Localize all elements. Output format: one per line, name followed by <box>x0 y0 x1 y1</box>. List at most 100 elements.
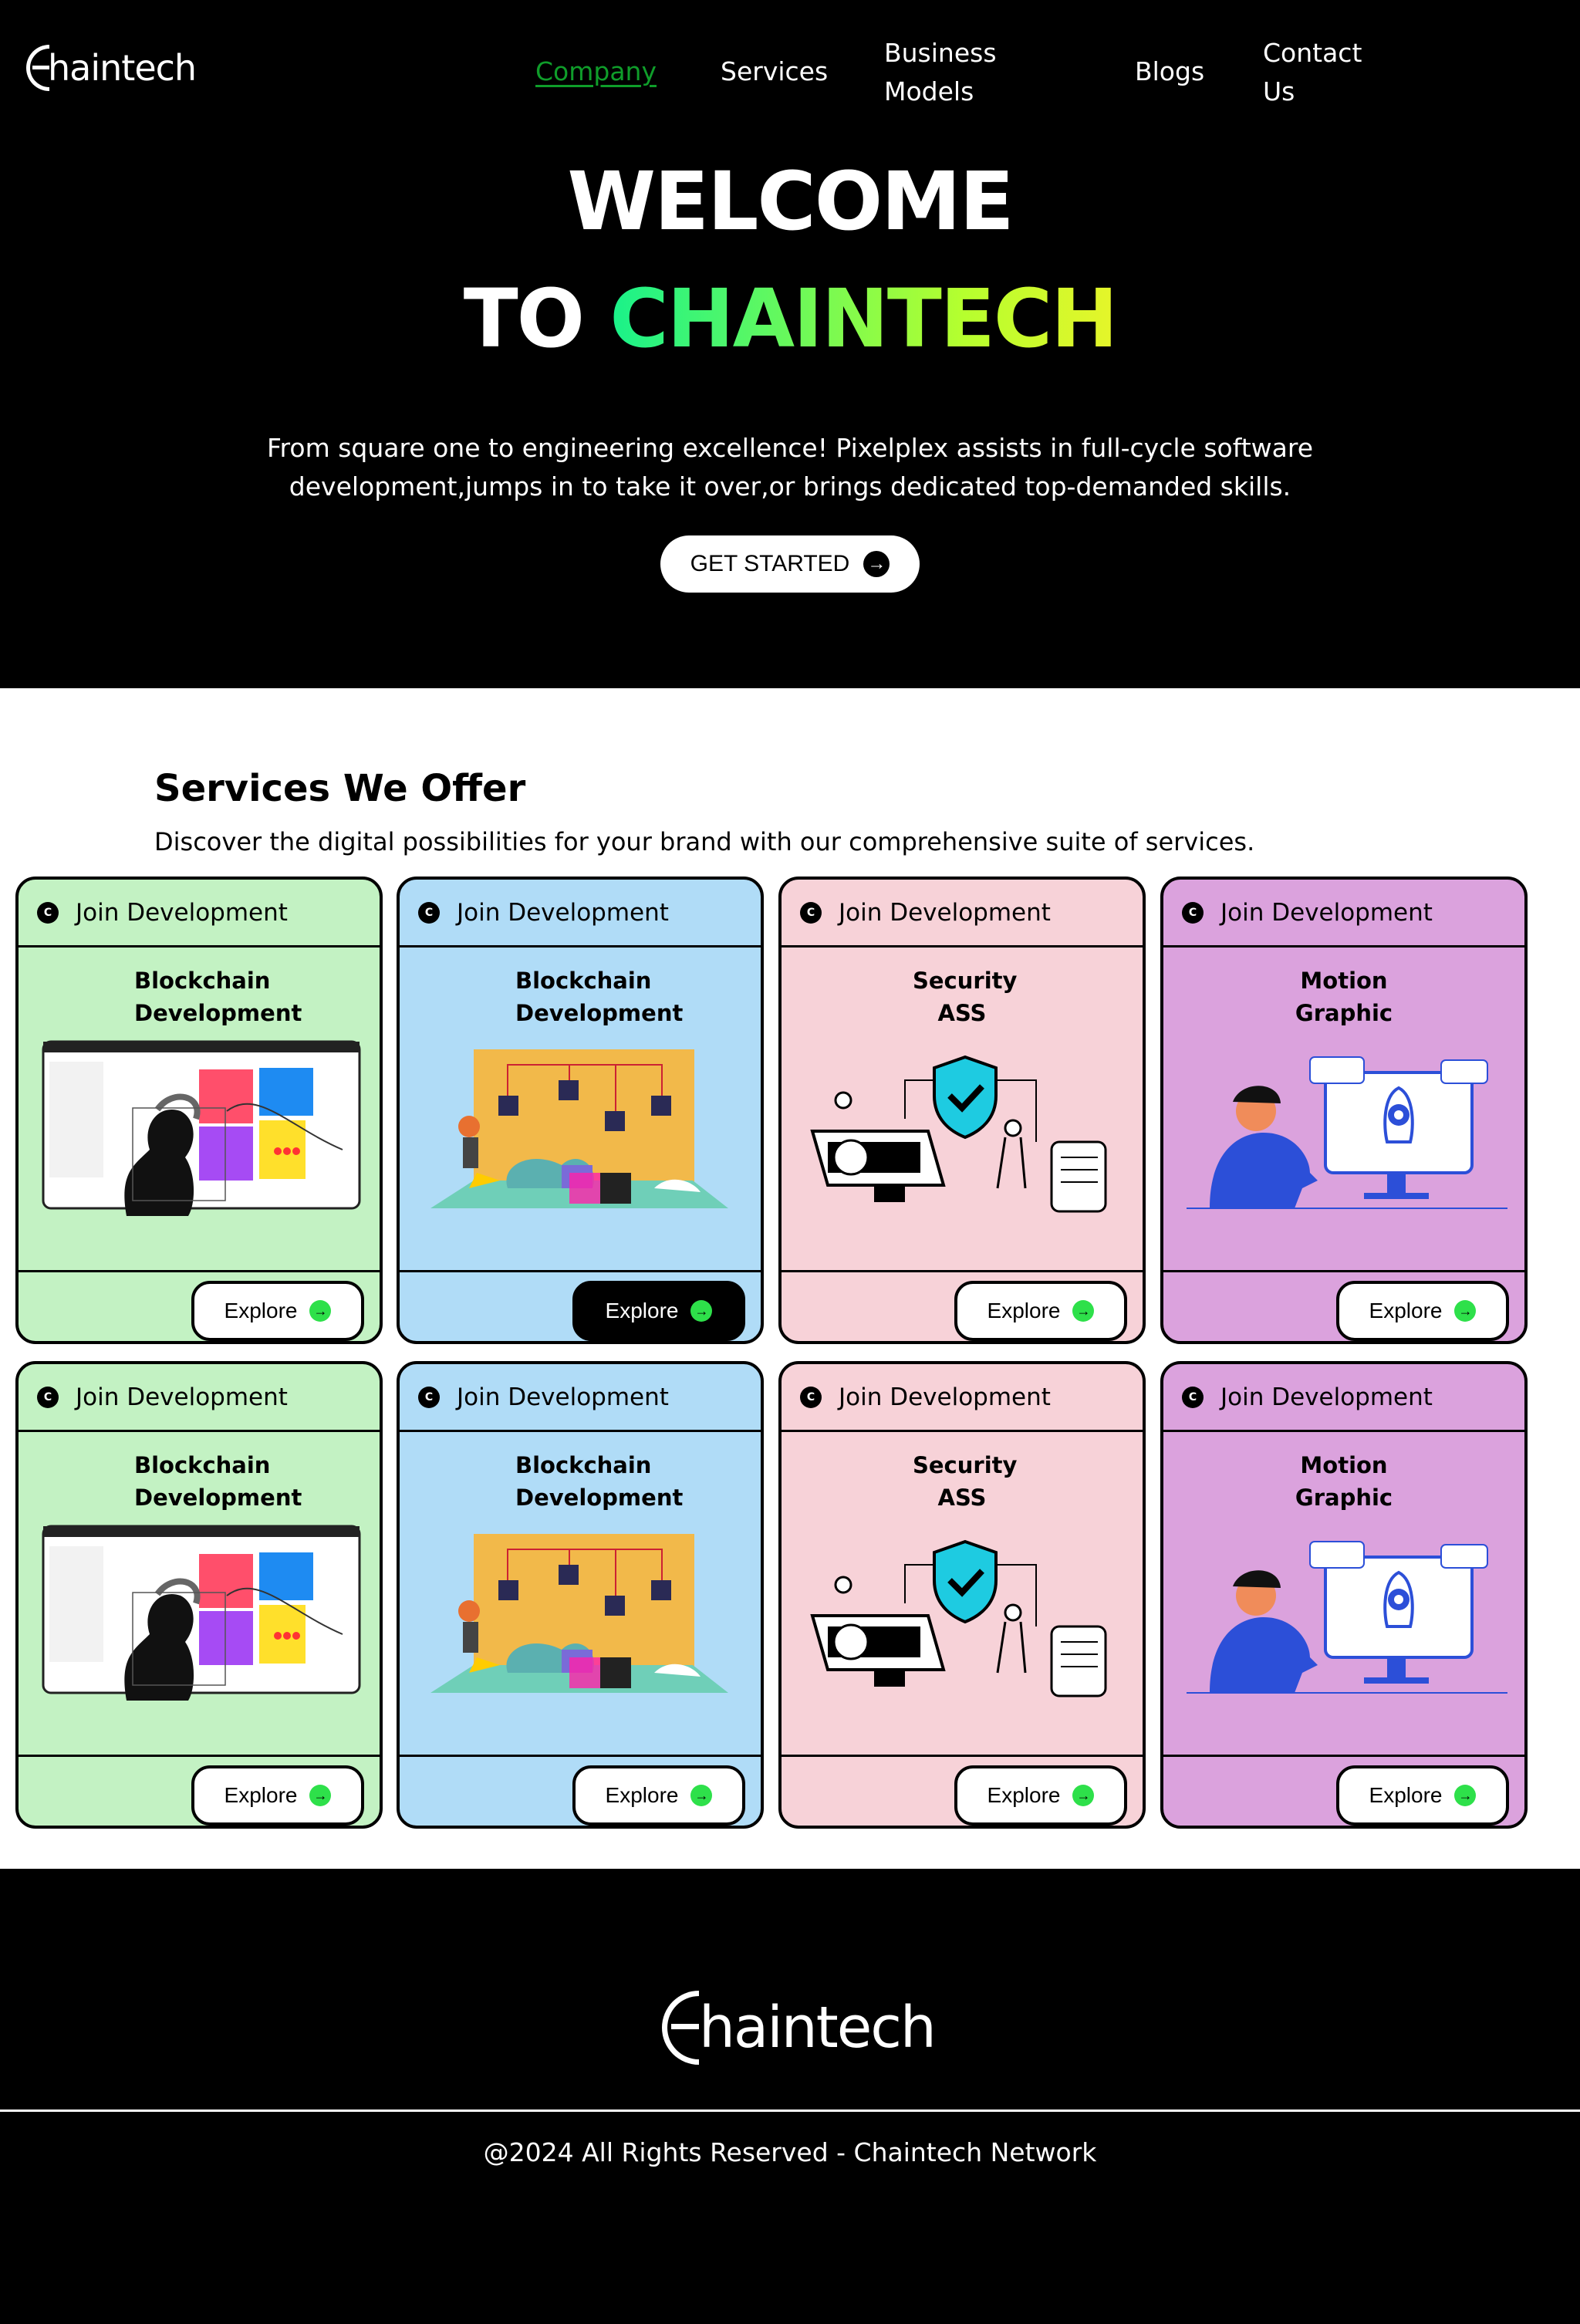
card-header-label: Join Development <box>457 1383 669 1411</box>
arrow-right-icon: → <box>1454 1785 1477 1806</box>
get-started-button[interactable]: GET STARTED → <box>660 535 920 593</box>
explore-button[interactable]: Explore → <box>191 1281 364 1341</box>
hero-title-brand: CHAINTECH <box>609 272 1118 366</box>
nav-business-models[interactable]: Business Models <box>884 34 1031 111</box>
card-header-label: Join Development <box>76 1383 288 1411</box>
card-header: C Join Development <box>400 1364 761 1432</box>
hero-title-line1: WELCOME <box>567 154 1014 248</box>
service-card[interactable]: C Join Development Blockchain Developmen… <box>15 877 383 1344</box>
explore-label: Explore <box>605 1299 679 1322</box>
service-card[interactable]: C Join Development Blockchain Developmen… <box>397 1361 764 1829</box>
hero-description: From square one to engineering excellenc… <box>266 433 1314 502</box>
card-divider <box>1163 1755 1524 1757</box>
card-title: Blockchain Development <box>134 968 302 1026</box>
services-title: Services We Offer <box>154 767 526 810</box>
card-title: Blockchain Development <box>515 968 684 1026</box>
card-header-label: Join Development <box>76 898 288 927</box>
card-header-label: Join Development <box>839 898 1051 927</box>
hero-section: haintech Company Services Business Model… <box>0 0 1580 688</box>
services-subtitle: Discover the digital possibilities for y… <box>154 827 1255 856</box>
card-title: Motion Graphic <box>1295 1452 1393 1511</box>
service-card[interactable]: C Join Development Security ASS Explore … <box>778 1361 1146 1829</box>
card-title: Blockchain Development <box>515 1452 684 1511</box>
nav-contact-us[interactable]: Contact Us <box>1263 34 1379 111</box>
card-header: C Join Development <box>19 880 380 948</box>
footer-logo[interactable]: haintech <box>662 1991 937 2065</box>
arrow-right-icon: → <box>1072 1300 1095 1322</box>
card-header: C Join Development <box>782 880 1143 948</box>
card-header-label: Join Development <box>457 898 669 927</box>
card-header: C Join Development <box>400 880 761 948</box>
chain-logo-icon: C <box>37 1386 59 1408</box>
service-card[interactable]: C Join Development Blockchain Developmen… <box>397 877 764 1344</box>
explore-label: Explore <box>605 1783 679 1807</box>
card-header-label: Join Development <box>1220 1383 1433 1411</box>
service-card[interactable]: C Join Development Security ASS Explore … <box>778 877 1146 1344</box>
explore-label: Explore <box>1369 1783 1443 1807</box>
card-header: C Join Development <box>782 1364 1143 1432</box>
chain-logo-icon: C <box>800 1386 822 1408</box>
footer: haintech @2024 All Rights Reserved - Cha… <box>0 1869 1580 2324</box>
card-title: Blockchain Development <box>134 1452 302 1511</box>
card-title: Security ASS <box>913 968 1018 1026</box>
nav-blogs[interactable]: Blogs <box>1135 52 1204 91</box>
design-ui-illustration <box>42 1040 361 1216</box>
main-nav: Company Services Business Models Blogs C… <box>0 34 1580 111</box>
card-title: Security ASS <box>913 1452 1018 1511</box>
security-shield-illustration <box>810 1055 1107 1213</box>
rocket-monitor-illustration <box>1187 1541 1507 1694</box>
explore-button[interactable]: Explore → <box>1336 1765 1509 1826</box>
explore-button[interactable]: Explore → <box>1336 1281 1509 1341</box>
card-header: C Join Development <box>1163 1364 1524 1432</box>
arrow-right-icon: → <box>690 1785 713 1806</box>
card-divider <box>400 1755 761 1757</box>
design-ui-illustration <box>42 1525 361 1701</box>
explore-button[interactable]: Explore → <box>954 1281 1127 1341</box>
rocket-monitor-illustration <box>1187 1056 1507 1209</box>
card-header-label: Join Development <box>1220 898 1433 927</box>
explore-button[interactable]: Explore → <box>954 1765 1127 1826</box>
arrow-right-icon: → <box>309 1300 332 1322</box>
hero-title-prefix: TO <box>463 272 585 366</box>
chain-logo-icon: C <box>800 901 822 924</box>
blockchain-network-illustration <box>430 1534 728 1693</box>
chain-logo-icon: C <box>418 901 440 924</box>
card-divider <box>1163 1270 1524 1272</box>
card-divider <box>19 1270 380 1272</box>
footer-logo-text: haintech <box>699 1995 937 2061</box>
card-header: C Join Development <box>1163 880 1524 948</box>
card-header: C Join Development <box>19 1364 380 1432</box>
service-card[interactable]: C Join Development Motion Graphic Explor… <box>1160 877 1528 1344</box>
explore-label: Explore <box>987 1299 1061 1322</box>
chain-logo-icon: C <box>1182 1386 1204 1408</box>
service-card[interactable]: C Join Development Motion Graphic Explor… <box>1160 1361 1528 1829</box>
logo-c-mark-icon <box>662 1991 699 2065</box>
copyright-text: @2024 All Rights Reserved - Chaintech Ne… <box>483 2137 1097 2167</box>
explore-label: Explore <box>224 1783 298 1807</box>
card-header-label: Join Development <box>839 1383 1051 1411</box>
card-divider <box>400 1270 761 1272</box>
explore-button[interactable]: Explore → <box>572 1765 745 1826</box>
arrow-right-icon: → <box>690 1300 713 1322</box>
nav-company[interactable]: Company <box>535 52 657 91</box>
card-divider <box>782 1270 1143 1272</box>
hero-title-line2: TO CHAINTECH <box>0 272 1580 366</box>
security-shield-illustration <box>810 1539 1107 1697</box>
explore-label: Explore <box>1369 1299 1443 1322</box>
explore-label: Explore <box>987 1783 1061 1807</box>
nav-services[interactable]: Services <box>721 52 828 91</box>
card-divider <box>782 1755 1143 1757</box>
explore-button[interactable]: Explore → <box>191 1765 364 1826</box>
services-section: Services We Offer Discover the digital p… <box>0 688 1580 1869</box>
service-card[interactable]: C Join Development Blockchain Developmen… <box>15 1361 383 1829</box>
arrow-right-icon: → <box>1072 1785 1095 1806</box>
chain-logo-icon: C <box>1182 901 1204 924</box>
arrow-right-icon: → <box>1454 1300 1477 1322</box>
explore-button[interactable]: Explore → <box>572 1281 745 1341</box>
chain-logo-icon: C <box>418 1386 440 1408</box>
card-title: Motion Graphic <box>1295 968 1393 1026</box>
card-divider <box>19 1755 380 1757</box>
arrow-right-icon: → <box>309 1785 332 1806</box>
footer-divider <box>0 2110 1580 2112</box>
blockchain-network-illustration <box>430 1049 728 1208</box>
